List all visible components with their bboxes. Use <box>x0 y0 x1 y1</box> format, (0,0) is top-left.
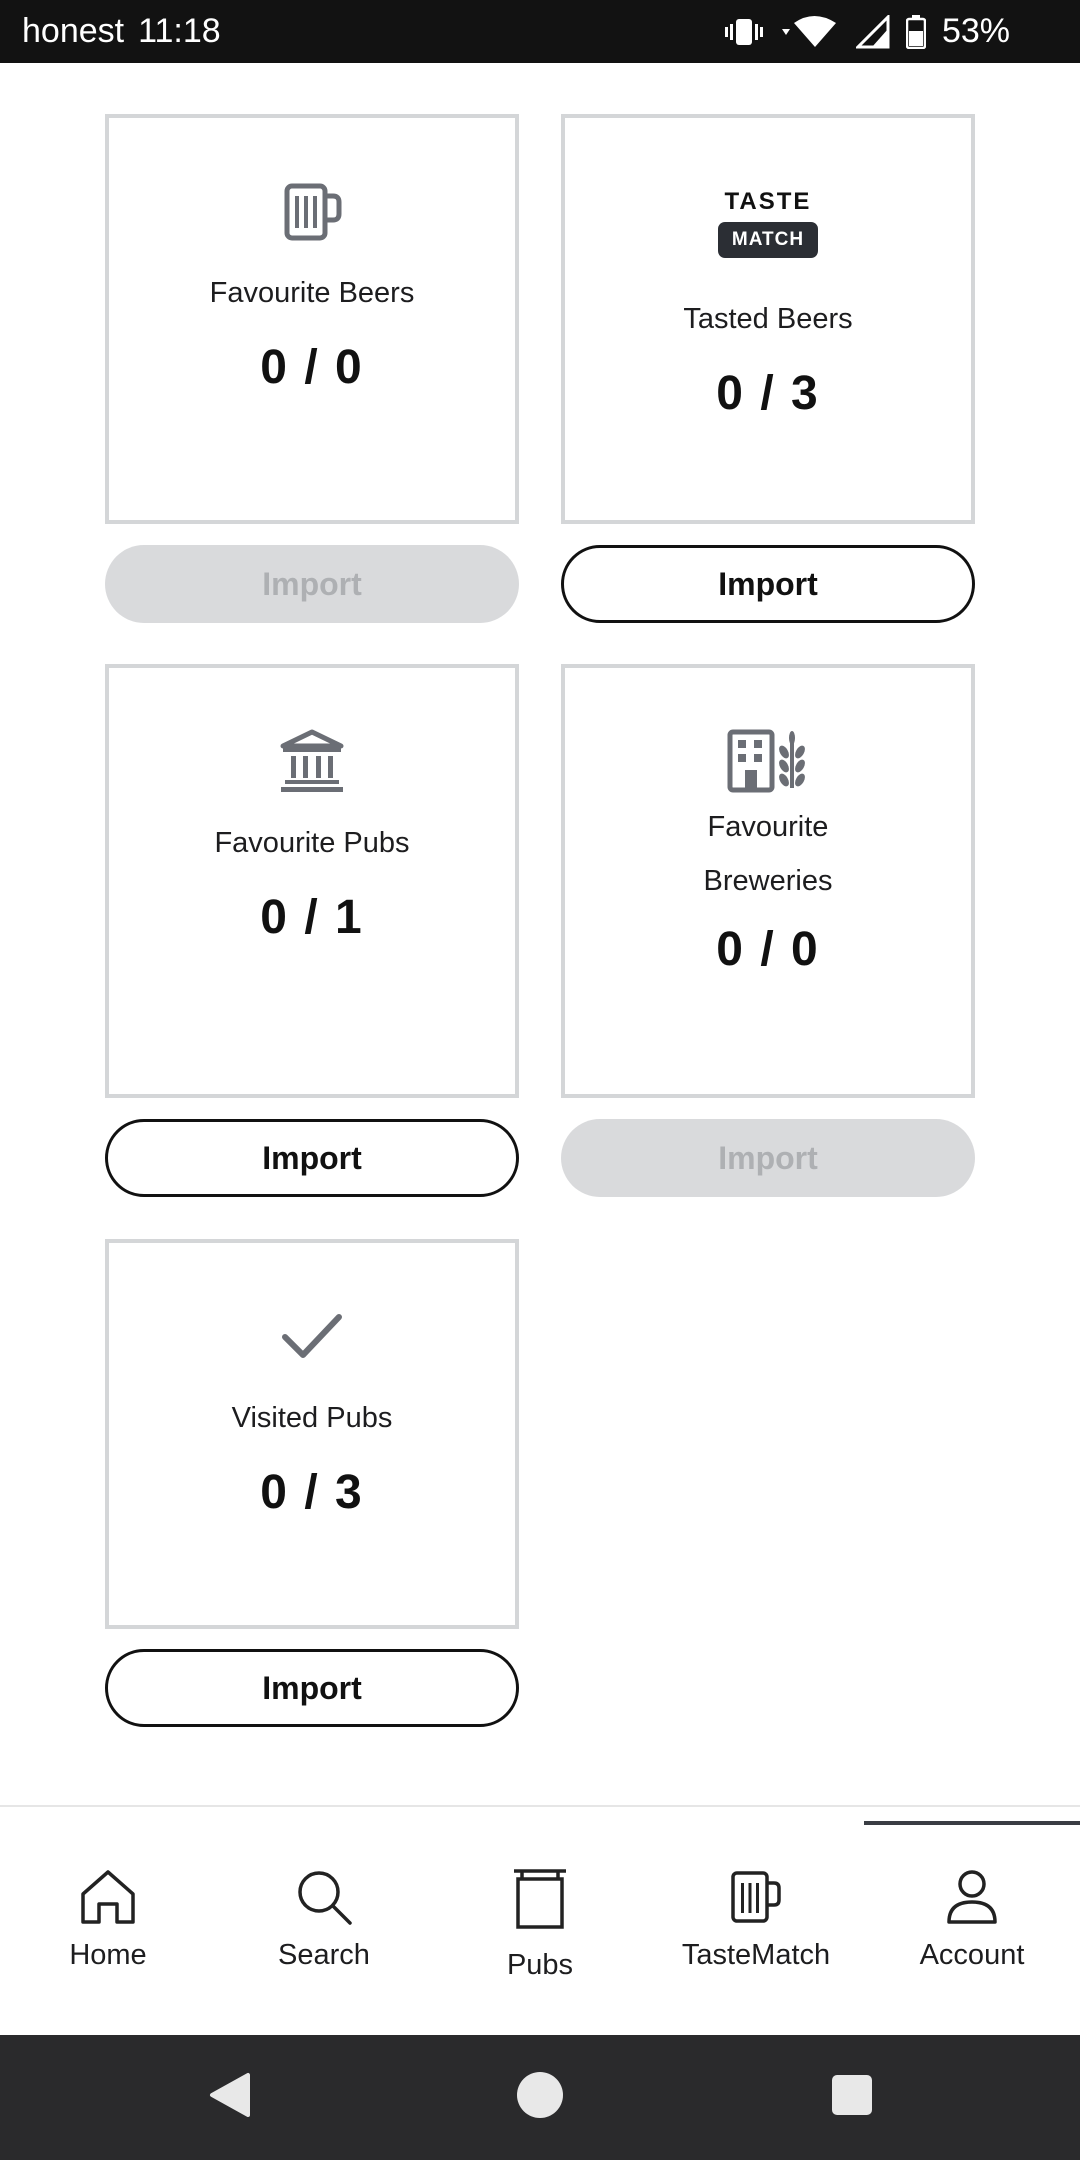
clock: 11:18 <box>138 12 221 50</box>
battery-icon <box>905 14 926 49</box>
taste-match-logo: TASTE MATCH <box>717 184 819 262</box>
card-count: 0 / 3 <box>716 367 820 420</box>
nav-home[interactable]: Home <box>0 1807 216 2037</box>
bottom-navigation: Home Search Pubs TasteMatch Account <box>0 1805 1080 2035</box>
card-label: Favourite Beers <box>209 277 415 309</box>
status-bar: honest 11:18 53% <box>0 0 1080 63</box>
visited-pubs-card: Visited Pubs 0 / 3 <box>105 1239 519 1629</box>
tasted-beers-card: TASTE MATCH Tasted Beers 0 / 3 <box>561 114 975 524</box>
card-label: Favourite Breweries <box>704 800 833 908</box>
card-count: 0 / 0 <box>716 923 820 976</box>
card-label: Favourite Pubs <box>214 827 410 859</box>
import-favourite-pubs-button[interactable]: Import <box>105 1119 519 1197</box>
home-system-button[interactable] <box>490 2035 590 2160</box>
card-label: Tasted Beers <box>683 303 853 335</box>
cell-signal-icon <box>855 14 890 49</box>
search-icon <box>294 1865 354 1929</box>
battery-percent: 53% <box>941 12 1010 50</box>
system-navigation-bar <box>0 2035 1080 2160</box>
beer-mug-icon <box>281 178 343 244</box>
import-favourite-beers-button[interactable]: Import <box>105 545 519 623</box>
favourite-beers-card: Favourite Beers 0 / 0 <box>105 114 519 524</box>
back-triangle-icon <box>208 2071 252 2124</box>
brewery-icon <box>726 728 810 794</box>
card-count: 0 / 1 <box>260 891 364 944</box>
person-icon <box>945 1865 999 1929</box>
card-label-line2: Breweries <box>703 865 833 897</box>
nav-pubs[interactable]: Pubs <box>432 1807 648 2037</box>
recents-button[interactable] <box>802 2035 902 2160</box>
back-button[interactable] <box>180 2035 280 2160</box>
pub-building-icon <box>279 728 345 794</box>
favourite-pubs-card: Favourite Pubs 0 / 1 <box>105 664 519 1098</box>
nav-label: Account <box>919 1939 1025 1971</box>
import-tasted-beers-button[interactable]: Import <box>561 545 975 623</box>
recents-square-icon <box>831 2074 873 2121</box>
pub-sign-icon <box>510 1861 570 1939</box>
taste-match-logo-bottom: MATCH <box>717 222 819 258</box>
import-content: Favourite Beers 0 / 0 Import TASTE MATCH… <box>0 63 1080 1805</box>
home-icon <box>77 1865 139 1929</box>
favourite-breweries-card: Favourite Breweries 0 / 0 <box>561 664 975 1098</box>
wifi-icon <box>780 15 840 49</box>
nav-label: Home <box>69 1939 147 1971</box>
nav-label: TasteMatch <box>681 1939 831 1971</box>
import-favourite-breweries-button[interactable]: Import <box>561 1119 975 1197</box>
checkmark-icon <box>281 1303 343 1369</box>
card-count: 0 / 3 <box>260 1466 364 1519</box>
nav-label: Search <box>278 1939 370 1971</box>
card-count: 0 / 0 <box>260 341 364 394</box>
card-label-line1: Favourite <box>707 811 829 843</box>
home-circle-icon <box>516 2071 564 2124</box>
nav-label: Pubs <box>506 1949 574 1981</box>
card-label: Visited Pubs <box>231 1402 393 1434</box>
nav-account[interactable]: Account <box>864 1807 1080 2037</box>
vibrate-icon <box>724 15 764 49</box>
beer-mug-icon <box>729 1865 783 1929</box>
taste-match-logo-top: TASTE <box>724 188 812 215</box>
nav-tastematch[interactable]: TasteMatch <box>648 1807 864 2037</box>
import-visited-pubs-button[interactable]: Import <box>105 1649 519 1727</box>
nav-search[interactable]: Search <box>216 1807 432 2037</box>
carrier-name: honest <box>22 12 125 50</box>
